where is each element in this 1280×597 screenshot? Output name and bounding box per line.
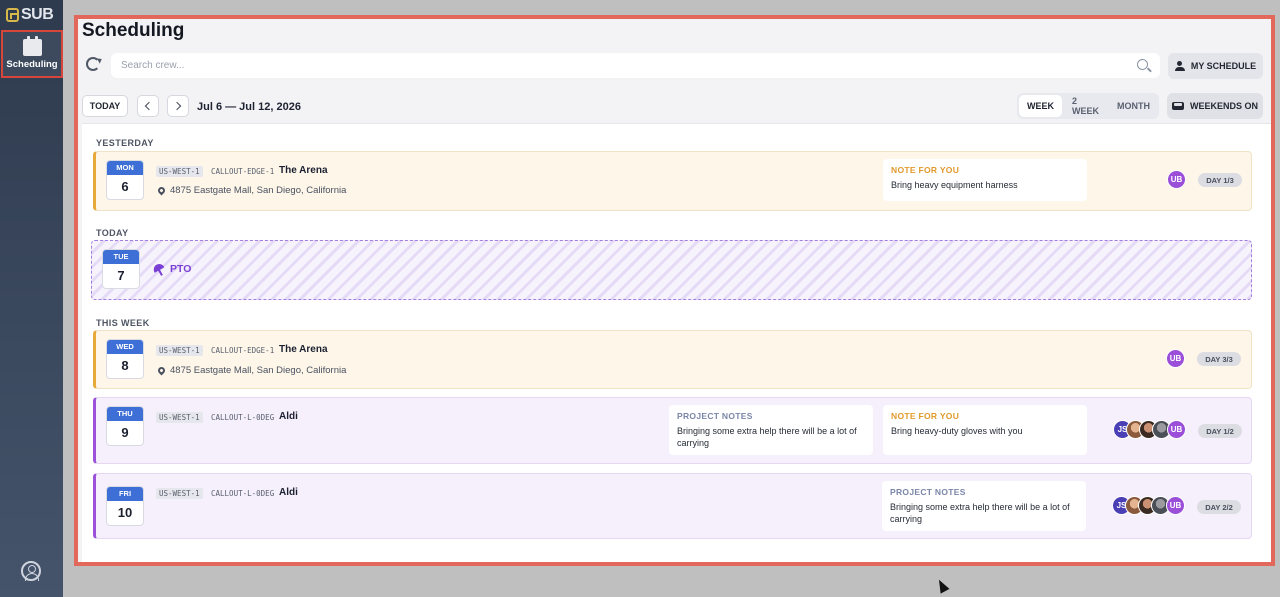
day-progress-badge: DAY 1/2: [1198, 424, 1242, 438]
section-label-yesterday: YESTERDAY: [96, 138, 154, 148]
sofa-icon: [1171, 102, 1184, 110]
day-progress-badge: DAY 3/3: [1197, 352, 1241, 366]
search-icon[interactable]: [1137, 59, 1148, 70]
note-for-you: NOTE FOR YOU Bring heavy equipment harne…: [883, 159, 1087, 201]
note-body: Bring heavy-duty gloves with you: [891, 426, 1023, 436]
pto-text: PTO: [170, 263, 192, 275]
avatar[interactable]: UB: [1167, 170, 1186, 189]
pto-label: PTO: [154, 263, 191, 275]
job-name: Aldi: [279, 487, 298, 498]
schedule-card-fri[interactable]: FRI 10 US-WEST-1 CALLOUT-L-0DEG Aldi PRO…: [93, 473, 1252, 539]
day-progress-badge: DAY 2/2: [1197, 500, 1241, 514]
mouse-cursor: [934, 577, 950, 594]
date-badge: MON 6: [106, 160, 144, 200]
date-badge: TUE 7: [102, 249, 140, 289]
logo-icon: [6, 8, 19, 22]
schedule-list: YESTERDAY MON 6 US-WEST-1 CALLOUT-EDGE-1…: [82, 123, 1271, 562]
address: 4875 Eastgate Mall, San Diego, Californi…: [156, 365, 347, 376]
day-of-week: FRI: [107, 487, 143, 501]
avatar[interactable]: UB: [1166, 349, 1185, 368]
note-title: NOTE FOR YOU: [891, 165, 960, 175]
app-logo[interactable]: SUB: [6, 6, 54, 24]
search-bar: [111, 53, 1160, 78]
day-of-week: TUE: [103, 250, 139, 264]
job-name: The Arena: [279, 165, 328, 176]
project-notes: PROJECT NOTES Bringing some extra help t…: [669, 405, 873, 455]
note-for-you: NOTE FOR YOU Bring heavy-duty gloves wit…: [883, 405, 1087, 455]
prev-week-button[interactable]: [137, 95, 159, 117]
map-pin-icon: [156, 185, 167, 196]
callout-tag: CALLOUT-EDGE-1: [211, 346, 275, 355]
address: 4875 Eastgate Mall, San Diego, Californi…: [156, 185, 347, 196]
weekends-toggle-button[interactable]: WEEKENDS ON: [1167, 93, 1263, 119]
callout-tag: CALLOUT-L-0DEG: [211, 489, 275, 498]
schedule-card-thu[interactable]: THU 9 US-WEST-1 CALLOUT-L-0DEG Aldi PROJ…: [93, 397, 1252, 464]
person-icon: [1174, 61, 1185, 71]
callout-tag: CALLOUT-L-0DEG: [211, 413, 275, 422]
view-2week-button[interactable]: 2 WEEK: [1064, 95, 1107, 117]
my-schedule-button[interactable]: MY SCHEDULE: [1168, 53, 1263, 79]
date-badge: THU 9: [106, 406, 144, 446]
chevron-right-icon: [172, 101, 182, 111]
day-of-week: MON: [107, 161, 143, 175]
section-label-today: TODAY: [96, 228, 129, 238]
avatar[interactable]: UB: [1167, 420, 1186, 439]
region-tag: US-WEST-1: [156, 488, 203, 499]
profile-icon[interactable]: [21, 561, 41, 581]
day-number: 8: [121, 358, 129, 373]
region-tag: US-WEST-1: [156, 345, 203, 356]
day-of-week: WED: [107, 340, 143, 354]
callout-tag: CALLOUT-EDGE-1: [211, 167, 275, 176]
day-of-week: THU: [107, 407, 143, 421]
date-range: Jul 6 — Jul 12, 2026: [197, 101, 301, 113]
date-badge: WED 8: [106, 339, 144, 379]
map-pin-icon: [156, 365, 167, 376]
chevron-left-icon: [144, 101, 154, 111]
day-number: 6: [121, 179, 129, 194]
weekends-label: WEEKENDS ON: [1189, 101, 1258, 111]
schedule-card-mon[interactable]: MON 6 US-WEST-1 CALLOUT-EDGE-1 The Arena…: [93, 151, 1252, 211]
address-text: 4875 Eastgate Mall, San Diego, Californi…: [170, 365, 347, 376]
refresh-icon[interactable]: [86, 57, 100, 71]
pto-card[interactable]: TUE 7 PTO: [91, 240, 1252, 300]
note-title: NOTE FOR YOU: [891, 411, 960, 421]
day-progress-badge: DAY 1/3: [1198, 173, 1242, 187]
note-body: Bringing some extra help there will be a…: [890, 502, 1070, 524]
region-tag: US-WEST-1: [156, 412, 203, 423]
sidebar: SUB Scheduling: [0, 0, 63, 597]
note-body: Bring heavy equipment harness: [891, 180, 1018, 190]
my-schedule-label: MY SCHEDULE: [1190, 61, 1257, 71]
job-name: Aldi: [279, 411, 298, 422]
project-notes: PROJECT NOTES Bringing some extra help t…: [882, 481, 1086, 531]
calendar-icon: [22, 35, 42, 56]
view-month-button[interactable]: MONTH: [1109, 95, 1158, 117]
day-number: 10: [117, 505, 133, 520]
sidebar-item-label: Scheduling: [6, 58, 58, 70]
day-number: 7: [117, 268, 125, 283]
note-title: PROJECT NOTES: [677, 411, 753, 421]
view-switcher: WEEK 2 WEEK MONTH: [1017, 93, 1159, 119]
note-body: Bringing some extra help there will be a…: [677, 426, 857, 448]
address-text: 4875 Eastgate Mall, San Diego, Californi…: [170, 185, 347, 196]
main-panel: Scheduling MY SCHEDULE TODAY Jul 6 — Jul…: [74, 15, 1275, 566]
region-tag: US-WEST-1: [156, 166, 203, 177]
page-title: Scheduling: [82, 20, 185, 41]
section-label-this-week: THIS WEEK: [96, 318, 150, 328]
avatar[interactable]: UB: [1166, 496, 1185, 515]
date-badge: FRI 10: [106, 486, 144, 526]
schedule-card-wed[interactable]: WED 8 US-WEST-1 CALLOUT-EDGE-1 The Arena…: [93, 330, 1252, 389]
logo-text: SUB: [21, 6, 54, 23]
next-week-button[interactable]: [167, 95, 189, 117]
job-name: The Arena: [279, 344, 328, 355]
search-input[interactable]: [121, 60, 1021, 71]
sidebar-item-scheduling[interactable]: Scheduling: [1, 30, 63, 78]
today-button[interactable]: TODAY: [82, 95, 128, 117]
umbrella-icon: [154, 264, 165, 275]
view-week-button[interactable]: WEEK: [1019, 95, 1062, 117]
divider: [82, 123, 1271, 124]
day-number: 9: [121, 425, 129, 440]
note-title: PROJECT NOTES: [890, 487, 966, 497]
